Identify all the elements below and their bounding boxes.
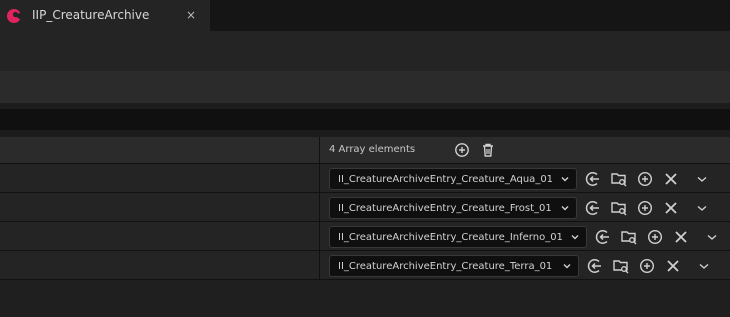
tab-asset-editor[interactable]: IIP_CreatureArchive × <box>0 0 210 31</box>
insert-icon[interactable] <box>636 199 654 217</box>
asset-picker-value: II_CreatureArchiveEntry_Creature_Inferno… <box>338 232 563 243</box>
browse-folder-icon[interactable] <box>620 228 638 246</box>
property-name-cell <box>0 193 320 221</box>
delete-icon[interactable] <box>662 199 680 217</box>
use-selected-icon[interactable] <box>586 257 604 275</box>
chevron-down-icon[interactable] <box>695 257 713 275</box>
use-selected-icon[interactable] <box>594 228 612 246</box>
asset-picker-value: II_CreatureArchiveEntry_Creature_Aqua_01 <box>338 174 554 185</box>
chevron-down-icon[interactable] <box>693 170 711 188</box>
toolbar-area <box>0 31 730 71</box>
delete-icon[interactable] <box>662 170 680 188</box>
details-panel: 4 Array elements II_CreatureArchiveEntry… <box>0 137 730 317</box>
property-name-cell <box>0 137 320 163</box>
tab-bar: IIP_CreatureArchive × <box>0 0 730 31</box>
asset-picker-combo[interactable]: II_CreatureArchiveEntry_Creature_Aqua_01 <box>329 168 577 190</box>
array-header-row: 4 Array elements <box>0 137 730 164</box>
chevron-down-icon <box>562 261 572 271</box>
use-selected-icon[interactable] <box>584 170 602 188</box>
property-name-cell <box>0 222 320 250</box>
property-name-cell <box>0 164 320 192</box>
array-element-row: II_CreatureArchiveEntry_Creature_Aqua_01 <box>0 164 730 193</box>
insert-icon[interactable] <box>638 257 656 275</box>
delete-icon[interactable] <box>672 228 690 246</box>
array-count-label: 4 Array elements <box>329 144 416 155</box>
delete-icon[interactable] <box>664 257 682 275</box>
details-header <box>0 71 730 103</box>
asset-picker-combo[interactable]: II_CreatureArchiveEntry_Creature_Terra_0… <box>329 255 579 277</box>
array-element-row: II_CreatureArchiveEntry_Creature_Terra_0… <box>0 251 730 280</box>
chevron-down-icon <box>570 232 580 242</box>
browse-folder-icon[interactable] <box>612 257 630 275</box>
chevron-down-icon[interactable] <box>703 228 721 246</box>
array-element-row: II_CreatureArchiveEntry_Creature_Inferno… <box>0 222 730 251</box>
asset-icon <box>6 8 22 24</box>
insert-icon[interactable] <box>646 228 664 246</box>
property-name-cell <box>0 251 320 279</box>
chevron-down-icon <box>560 203 570 213</box>
search-bar[interactable] <box>0 109 730 130</box>
chevron-down-icon <box>560 174 570 184</box>
array-element-row: II_CreatureArchiveEntry_Creature_Frost_0… <box>0 193 730 222</box>
asset-picker-value: II_CreatureArchiveEntry_Creature_Frost_0… <box>338 203 552 214</box>
close-icon[interactable]: × <box>186 8 196 22</box>
browse-folder-icon[interactable] <box>610 170 628 188</box>
browse-folder-icon[interactable] <box>610 199 628 217</box>
use-selected-icon[interactable] <box>584 199 602 217</box>
insert-icon[interactable] <box>636 170 654 188</box>
add-element-icon[interactable] <box>454 142 470 158</box>
chevron-down-icon[interactable] <box>693 199 711 217</box>
trash-icon[interactable] <box>480 142 496 158</box>
asset-picker-value: II_CreatureArchiveEntry_Creature_Terra_0… <box>338 261 553 272</box>
tab-title: IIP_CreatureArchive <box>32 8 150 22</box>
asset-picker-combo[interactable]: II_CreatureArchiveEntry_Creature_Frost_0… <box>329 197 577 219</box>
asset-picker-combo[interactable]: II_CreatureArchiveEntry_Creature_Inferno… <box>329 226 587 248</box>
